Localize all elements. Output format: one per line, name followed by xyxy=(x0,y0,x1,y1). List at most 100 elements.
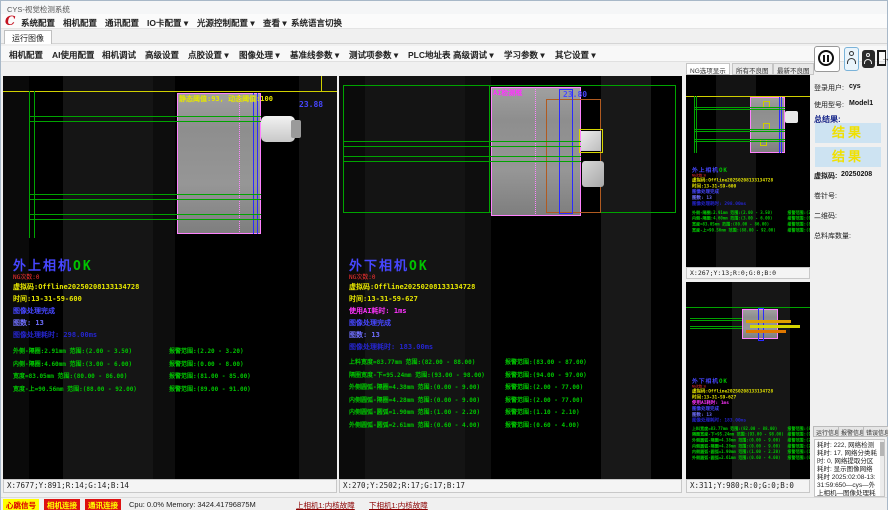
inspected-part xyxy=(177,93,261,234)
camera-name: 外下相机 xyxy=(349,259,409,274)
threshold-label: 静态阈值:93, 动态阈值:100 xyxy=(179,94,273,104)
tool-advanced-debug[interactable]: 高级调试 ▾ xyxy=(453,49,494,61)
measurement-row: 内侧-隔圈:4.60mm 范围:(3.00 - 6.00)报警范围:(0.00 … xyxy=(13,359,139,372)
mini-view-upper[interactable]: 外上相机OK NG次数:0 虚拟码:Offline202502081331347… xyxy=(686,75,810,267)
measure-line-blue xyxy=(779,97,780,153)
guide-line-green xyxy=(34,91,35,238)
toolbar: 相机配置 AI使用配置 相机调试 高级设置 点胶设置 ▾ 图像处理 ▾ 基准线参… xyxy=(1,46,887,62)
tool-learn-params[interactable]: 学习参数 ▾ xyxy=(504,49,545,61)
tool-test-params[interactable]: 测试项参数 ▾ xyxy=(349,49,398,61)
log-output[interactable]: 耗时: 222, 网络检测耗时: 17, 网络分类耗时: 0, 网络提取分区耗时… xyxy=(814,439,885,497)
tab-latest-defect-images[interactable]: 最新不良图 xyxy=(773,63,814,75)
overlay-text-streak xyxy=(746,330,786,333)
process-done-line: 图像处理完成 xyxy=(349,317,485,329)
camera-view-lower-outer[interactable]: AI检测框 23.80 外下相机OK NG次数:0 虚拟码:Offline202… xyxy=(339,76,682,479)
tool-camera-debug[interactable]: 相机调试 xyxy=(102,49,136,61)
camera-title-line: 外上相机OK xyxy=(13,259,139,274)
mini-view-lower[interactable]: 外下相机OK NG次数:0 虚拟码:Offline202502081331347… xyxy=(686,282,810,479)
coord-readout-middle: X:270;Y:2502;R:17;G:17;B:17 xyxy=(339,479,682,493)
log-scrollbar[interactable] xyxy=(880,440,884,496)
alarm-range: 报警范围:(0.60 - 4.00) xyxy=(505,420,580,433)
menu-item-comm-config[interactable]: 通讯配置 xyxy=(105,17,139,29)
tool-baseline-params[interactable]: 基准线参数 ▾ xyxy=(290,49,339,61)
measure-line-green xyxy=(694,129,785,130)
stock-count-label: 总料库数量: xyxy=(814,231,851,241)
measure-line-blue xyxy=(257,93,258,234)
right-panel: → 登录用户: cys 使用型号: Model1 总结果: 结果 结果 虚拟码:… xyxy=(813,41,888,497)
measurement-row: 内侧圆弧-圆弧=1.90mm 范围:(1.00 - 2.20)报警范围:(1.1… xyxy=(349,407,485,420)
measure-line-green xyxy=(694,107,785,108)
login-user-label: 登录用户: xyxy=(814,83,844,93)
measure-line-green xyxy=(29,214,261,215)
tool-glue-settings[interactable]: 点胶设置 ▾ xyxy=(188,49,229,61)
machine-texture-band xyxy=(299,76,337,479)
camera-connect-badge: 相机连接 xyxy=(44,499,80,510)
alarm-range: 报警范围:(1.10 - 2.10) xyxy=(505,407,580,420)
log-text: 耗时: 222, 网络检测耗时: 17, 网络分类耗时: 0, 网络提取分区耗时… xyxy=(817,442,879,497)
alarm-range: 报警范围:(83.00 - 87.00) xyxy=(505,357,587,370)
comm-connect-badge: 通讯连接 xyxy=(85,499,121,510)
ai-elapsed-line: 使用AI耗时: 1ms xyxy=(349,305,485,317)
tool-other-settings[interactable]: 其它设置 ▾ xyxy=(555,49,596,61)
guide-line-green xyxy=(686,307,810,308)
app-window: CYS-视觉检测系统 C 系统配置 相机配置 通讯配置 IO卡配置 ▾ 光源控制… xyxy=(0,0,888,510)
lower-camera-fault-link[interactable]: 下相机1:内核故障 xyxy=(369,500,428,511)
measure-line-green xyxy=(694,131,785,132)
measure-line-green xyxy=(690,318,742,319)
elapsed-line: 图像处理耗时: 183.00ms xyxy=(349,341,485,353)
tool-plc-address[interactable]: PLC地址表 xyxy=(408,49,451,61)
guide-line-green xyxy=(489,85,490,213)
camera-view-upper-outer[interactable]: 静态阈值:93, 动态阈值:100 23.88 外上相机OK NG次数:0 虚拟… xyxy=(3,76,337,479)
measurement-row: 宽度-上=90.56mm 范围:(88.00 - 92.00)报警范围:(89.… xyxy=(13,384,139,397)
machine-texture-band xyxy=(153,76,175,479)
connector-piece xyxy=(261,116,295,142)
logout-button[interactable]: → xyxy=(877,48,888,69)
measure-value-label: 23.80 xyxy=(563,90,587,99)
ng-count-line: NG次数:0 xyxy=(349,274,485,281)
measure-line-green xyxy=(29,121,261,122)
mini-result-text: 外上相机OK NG次数:0 虚拟码:Offline202502081331347… xyxy=(692,167,810,234)
tool-image-process[interactable]: 图像处理 ▾ xyxy=(239,49,280,61)
alarm-range: 报警范围:(0.00 - 8.00) xyxy=(169,359,244,372)
camera-status-ok: OK xyxy=(73,259,93,274)
model-value[interactable]: Model1 xyxy=(849,100,873,107)
measure-line-green xyxy=(694,141,785,142)
measure-line-blue xyxy=(253,93,254,234)
camera-result-text: 外下相机OK NG次数:0 虚拟码:Offline202502081331347… xyxy=(349,259,485,432)
camera-result-text: 外上相机OK NG次数:0 虚拟码:Offline202502081331347… xyxy=(13,259,139,396)
operator-mode-button[interactable] xyxy=(862,50,875,68)
virtual-code-label: 虚拟码: xyxy=(814,171,837,181)
menu-item-system-config[interactable]: 系统配置 xyxy=(21,17,55,29)
measure-line-green xyxy=(29,116,261,117)
menu-item-camera-config[interactable]: 相机配置 xyxy=(63,17,97,29)
tab-run-image[interactable]: 运行图像 xyxy=(4,30,52,44)
part-center-line xyxy=(535,87,536,216)
tab-error-info[interactable]: 错误信息 xyxy=(863,426,888,437)
time-line: 时间:13-31-59-627 xyxy=(349,293,485,305)
tool-camera-config[interactable]: 相机配置 xyxy=(9,49,43,61)
measure-line-blue xyxy=(781,97,782,153)
pause-button[interactable] xyxy=(814,46,840,72)
tool-ai-config[interactable]: AI使用配置 xyxy=(52,49,95,61)
menu-item-language-switch[interactable]: 系统语言切换 xyxy=(291,17,342,29)
menu-item-view[interactable]: 查看 ▾ xyxy=(263,17,287,29)
tab-all-defect-images[interactable]: 所有不良图 xyxy=(732,63,773,75)
virtual-code-line: 虚拟码:Offline20250208133134728 xyxy=(349,281,485,293)
coord-readout-mini-bottom: X:311;Y:980;R:0;G:0;B:0 xyxy=(686,479,810,493)
measurement-row: 外侧-隔圈:2.91mm 范围:(2.00 - 3.50)报警范围:(2.20 … xyxy=(13,346,139,359)
user-mode-button-selected[interactable] xyxy=(844,47,859,71)
menu-item-io-config[interactable]: IO卡配置 ▾ xyxy=(147,17,188,29)
tool-advanced-settings[interactable]: 高级设置 xyxy=(145,49,179,61)
upper-camera-fault-link[interactable]: 上相机1:内核故障 xyxy=(296,500,355,511)
tab-row: 运行图像 xyxy=(1,29,887,44)
menu-item-light-config[interactable]: 光源控制配置 ▾ xyxy=(197,17,255,29)
ai-box-label: AI检测框 xyxy=(493,88,522,98)
alarm-range: 报警范围:(2.00 - 77.00) xyxy=(505,382,583,395)
elapsed-line: 图像处理耗时: 298.00ms xyxy=(13,329,139,341)
heartbeat-badge: 心跳信号 xyxy=(3,499,39,510)
measure-value-label: 23.88 xyxy=(299,100,323,109)
status-bar: 心跳信号 相机连接 通讯连接 Cpu: 0.0% Memory: 3424.41… xyxy=(1,497,887,510)
needle-number-label: 卷针号: xyxy=(814,191,837,201)
tab-ng-display[interactable]: NG选项显示 xyxy=(686,63,730,75)
result-box-upper: 结果 xyxy=(815,123,881,143)
